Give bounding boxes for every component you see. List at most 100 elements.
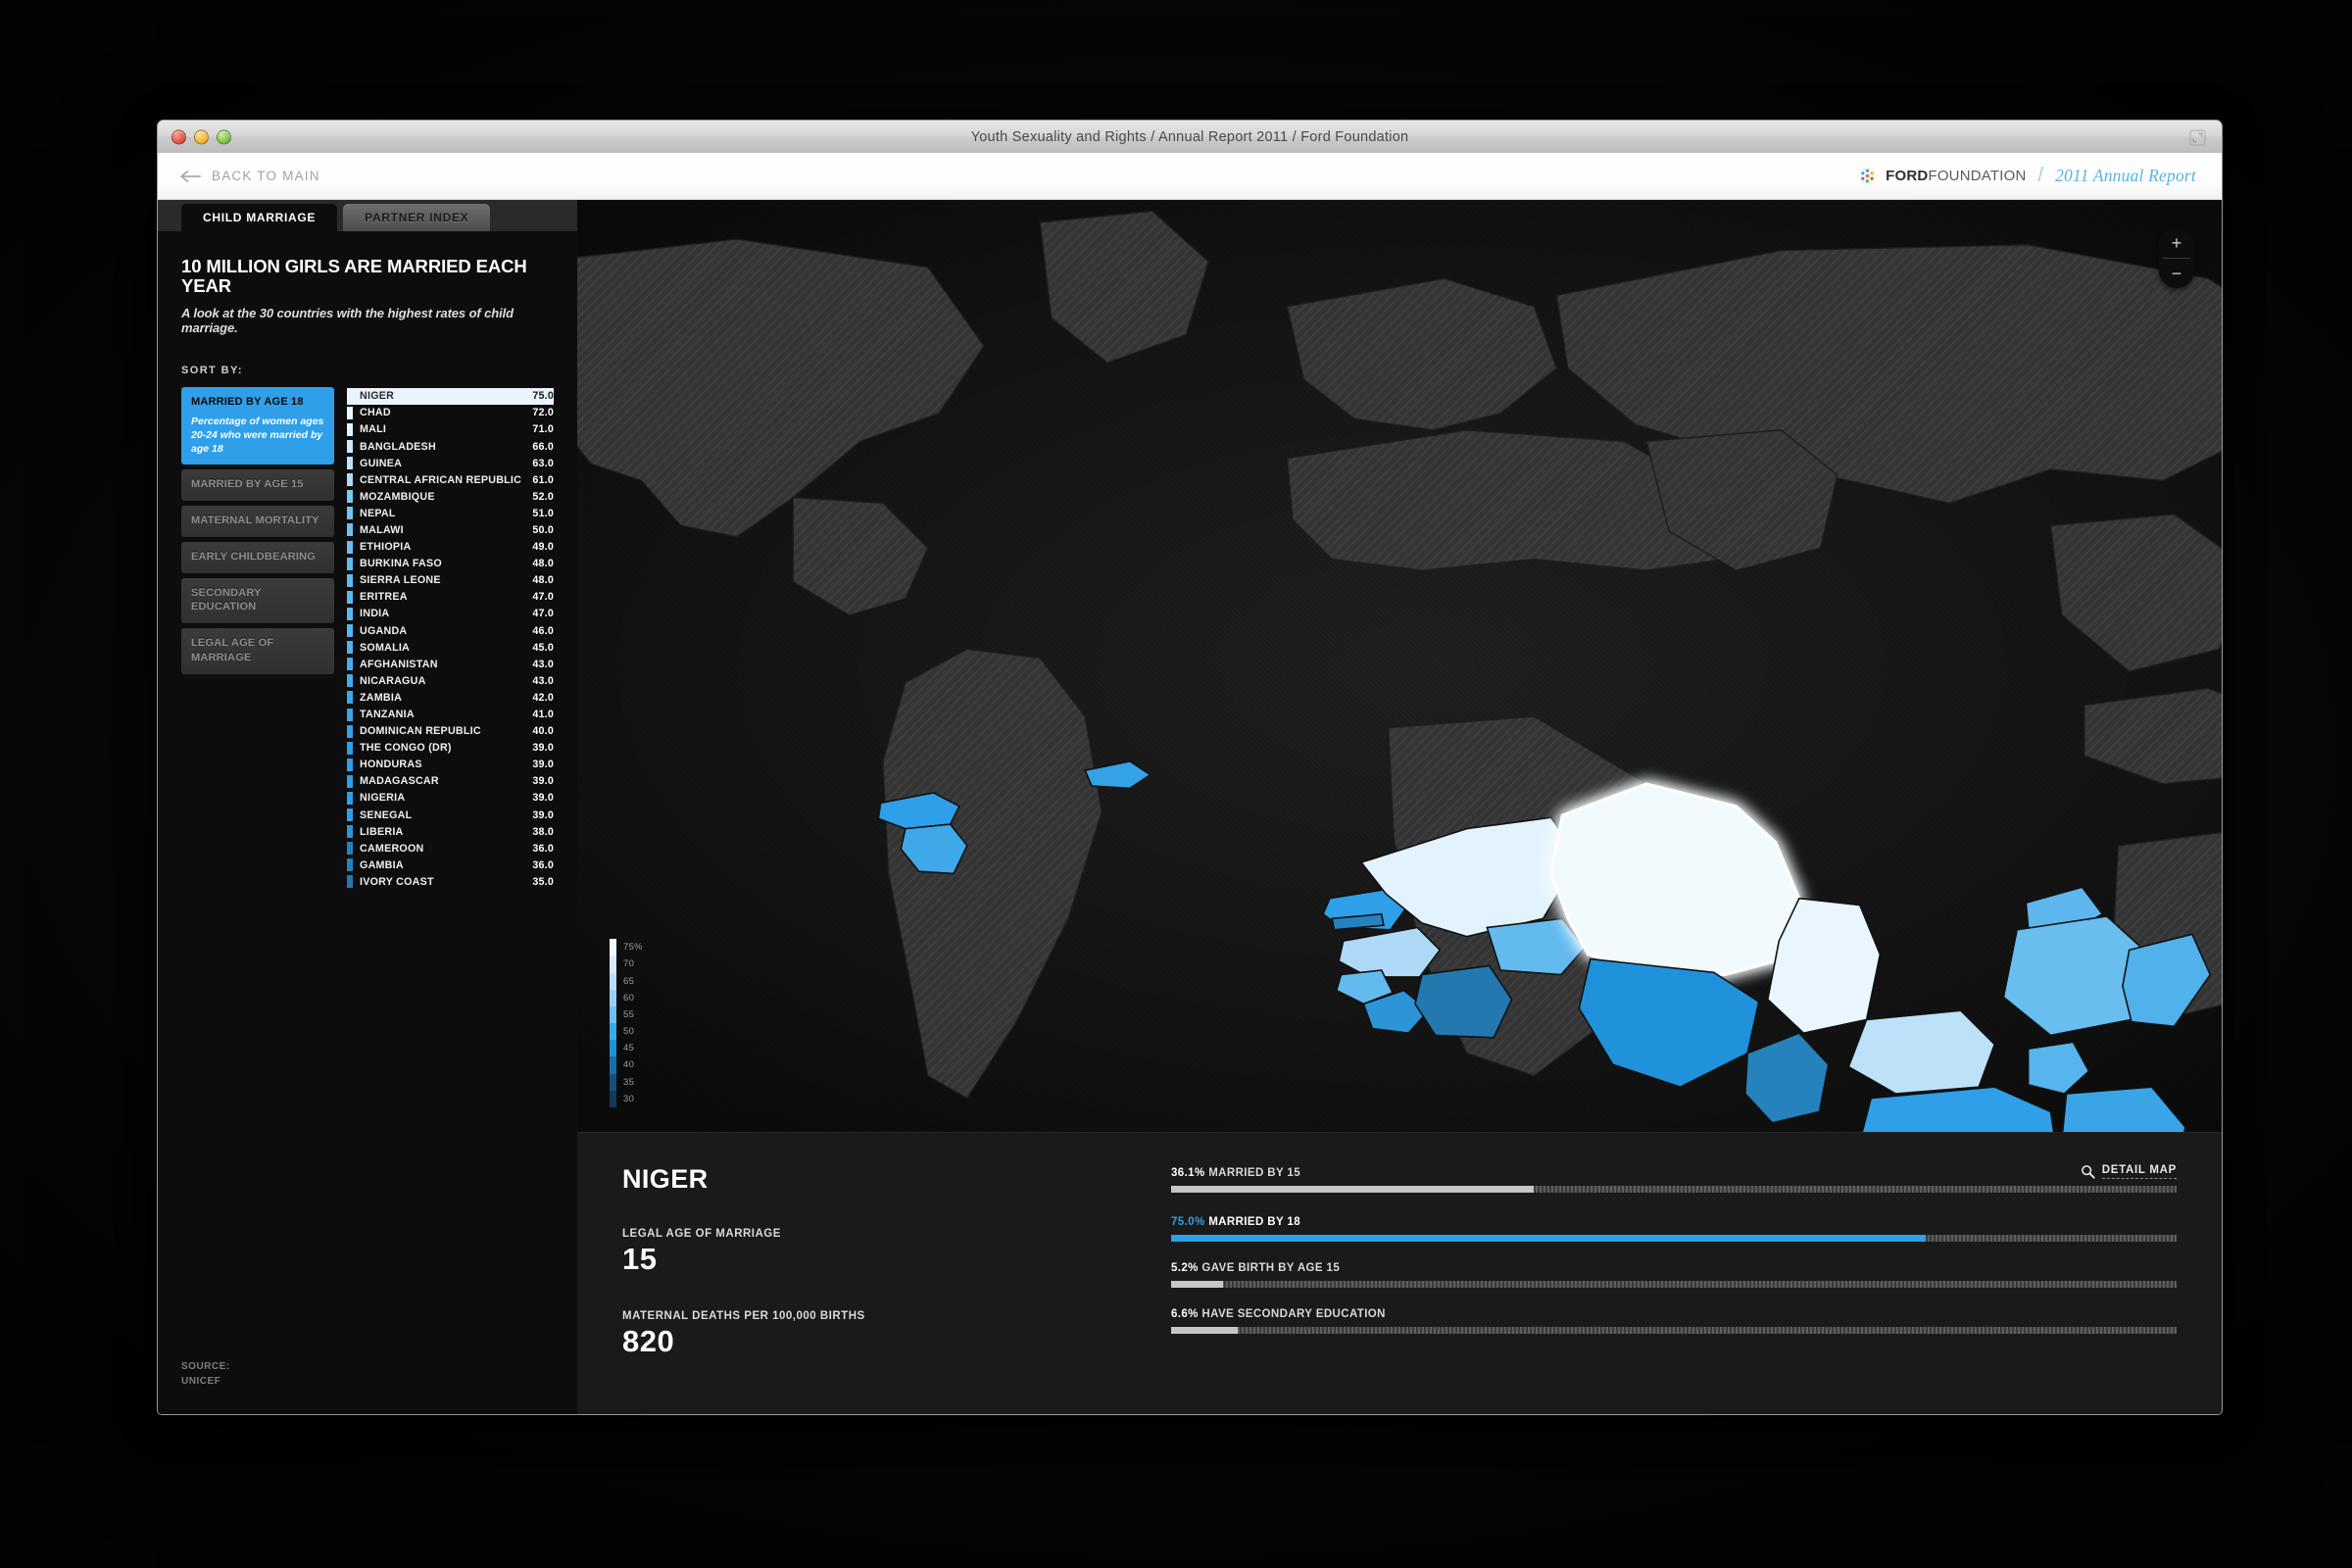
country-row[interactable]: CAMEROON36.0 bbox=[347, 840, 554, 857]
country-row[interactable]: INDIA47.0 bbox=[347, 606, 554, 622]
country-row[interactable]: IVORY COAST35.0 bbox=[347, 873, 554, 890]
country-row[interactable]: ETHIOPIA49.0 bbox=[347, 539, 554, 556]
country-value: 47.0 bbox=[532, 591, 554, 603]
right-panel: + − 75%706560555045403530 NIGER LEGAL bbox=[577, 200, 2222, 1414]
stat-bar-label: MARRIED BY 18 bbox=[1208, 1216, 1300, 1228]
country-row[interactable]: SIERRA LEONE48.0 bbox=[347, 572, 554, 589]
country-row[interactable]: NEPAL51.0 bbox=[347, 505, 554, 521]
country-row[interactable]: AFGHANISTAN43.0 bbox=[347, 656, 554, 672]
country-row[interactable]: GAMBIA36.0 bbox=[347, 857, 554, 873]
country-ranking-list[interactable]: NIGER75.0CHAD72.0MALI71.0BANGLADESH66.0G… bbox=[347, 387, 554, 891]
detail-map-button[interactable]: DETAIL MAP bbox=[2081, 1164, 2177, 1179]
window-controls[interactable] bbox=[172, 129, 231, 144]
country-row[interactable]: CENTRAL AFRICAN REPUBLIC61.0 bbox=[347, 471, 554, 488]
country-row[interactable]: ERITREA47.0 bbox=[347, 589, 554, 606]
country-name: SIERRA LEONE bbox=[360, 574, 441, 586]
sort-option-maternal-mortality[interactable]: MATERNAL MORTALITY bbox=[181, 506, 334, 537]
tab-partner-index[interactable]: PARTNER INDEX bbox=[343, 204, 490, 231]
brand-lockup[interactable]: FORDFOUNDATION / 2011 Annual Report bbox=[1858, 165, 2196, 187]
search-icon bbox=[2081, 1164, 2095, 1179]
tab-child-marriage[interactable]: CHILD MARRIAGE bbox=[181, 204, 337, 231]
sort-options-list: MARRIED BY AGE 18 Percentage of women ag… bbox=[181, 387, 334, 891]
annual-report-label[interactable]: 2011 Annual Report bbox=[2055, 166, 2196, 186]
country-value: 48.0 bbox=[532, 558, 554, 569]
sort-option-married-by-15[interactable]: MARRIED BY AGE 15 bbox=[181, 469, 334, 501]
country-cameroon bbox=[1745, 1033, 1829, 1123]
sort-option-married-by-18[interactable]: MARRIED BY AGE 18 Percentage of women ag… bbox=[181, 387, 334, 465]
close-button-icon[interactable] bbox=[172, 129, 186, 144]
country-row[interactable]: THE CONGO (DR)39.0 bbox=[347, 740, 554, 757]
country-color-swatch bbox=[347, 641, 353, 654]
country-row[interactable]: UGANDA46.0 bbox=[347, 622, 554, 639]
sort-option-early-childbearing[interactable]: EARLY CHILDBEARING bbox=[181, 542, 334, 573]
country-value: 39.0 bbox=[532, 759, 554, 770]
country-row[interactable]: NIGERIA39.0 bbox=[347, 790, 554, 807]
country-row[interactable]: SENEGAL39.0 bbox=[347, 807, 554, 823]
map-legend: 75%706560555045403530 bbox=[610, 939, 643, 1107]
country-row[interactable]: TANZANIA41.0 bbox=[347, 706, 554, 722]
country-color-swatch bbox=[347, 792, 353, 805]
country-row[interactable]: CHAD72.0 bbox=[347, 405, 554, 421]
country-name: ETHIOPIA bbox=[360, 541, 411, 553]
stat-bar-fill bbox=[1171, 1327, 1238, 1334]
country-guinea bbox=[1339, 927, 1440, 976]
country-row[interactable]: MALI71.0 bbox=[347, 421, 554, 438]
ford-foundation-logo-icon bbox=[1858, 167, 1877, 185]
country-value: 52.0 bbox=[532, 491, 554, 503]
country-row[interactable]: MOZAMBIQUE52.0 bbox=[347, 488, 554, 505]
country-row[interactable]: MADAGASCAR39.0 bbox=[347, 773, 554, 790]
country-row[interactable]: LIBERIA38.0 bbox=[347, 823, 554, 840]
country-value: 63.0 bbox=[532, 458, 554, 469]
country-name: GAMBIA bbox=[360, 859, 404, 871]
country-color-swatch bbox=[347, 709, 353, 721]
legend-label: 60 bbox=[623, 990, 643, 1006]
country-name: BANGLADESH bbox=[360, 441, 436, 453]
sort-option-secondary-education[interactable]: SECONDARY EDUCATION bbox=[181, 578, 334, 624]
country-row[interactable]: BURKINA FASO48.0 bbox=[347, 556, 554, 572]
country-name: THE CONGO (DR) bbox=[360, 742, 452, 754]
country-color-swatch bbox=[347, 759, 353, 771]
source-credit: SOURCE: UNICEF bbox=[181, 1360, 230, 1389]
legend-color-bar bbox=[610, 939, 616, 1107]
sort-option-title: MARRIED BY AGE 15 bbox=[191, 477, 324, 492]
country-tanzania bbox=[2060, 1087, 2185, 1132]
stat-bar-percent: 75.0% bbox=[1171, 1216, 1208, 1228]
country-color-swatch bbox=[347, 858, 353, 871]
map-countries-layer[interactable] bbox=[577, 200, 2222, 1132]
country-row[interactable]: HONDURAS39.0 bbox=[347, 757, 554, 773]
stat-bar-percent: 36.1% bbox=[1171, 1167, 1208, 1179]
back-to-main-button[interactable]: BACK TO MAIN bbox=[179, 169, 320, 183]
zoom-in-button[interactable]: + bbox=[2159, 227, 2194, 258]
country-row[interactable]: DOMINICAN REPUBLIC40.0 bbox=[347, 723, 554, 740]
country-row[interactable]: NICARAGUA43.0 bbox=[347, 672, 554, 689]
zoom-out-button[interactable]: − bbox=[2159, 258, 2194, 288]
country-name: LIBERIA bbox=[360, 826, 404, 838]
tab-strip: CHILD MARRIAGE PARTNER INDEX bbox=[158, 200, 577, 231]
country-row[interactable]: SOMALIA45.0 bbox=[347, 639, 554, 656]
sort-option-title: SECONDARY EDUCATION bbox=[191, 586, 324, 615]
zoom-button-icon[interactable] bbox=[217, 129, 231, 144]
detail-right-column: DETAIL MAP 36.1% MARRIED BY 1575.0% MARR… bbox=[1171, 1164, 2177, 1414]
country-name: CAMEROON bbox=[360, 843, 424, 855]
country-row[interactable]: ZAMBIA42.0 bbox=[347, 689, 554, 706]
country-name: DOMINICAN REPUBLIC bbox=[360, 725, 481, 737]
sort-option-legal-age-of-marriage[interactable]: LEGAL AGE OF MARRIAGE bbox=[181, 628, 334, 674]
world-map[interactable]: + − 75%706560555045403530 bbox=[577, 200, 2222, 1132]
sort-option-title: MARRIED BY AGE 18 bbox=[191, 395, 324, 410]
country-nigeria bbox=[1579, 959, 1758, 1088]
stat-maternal-deaths: MATERNAL DEATHS PER 100,000 BIRTHS 820 bbox=[622, 1310, 1171, 1359]
country-row[interactable]: NIGER75.0 bbox=[347, 388, 554, 405]
window-titlebar: Youth Sexuality and Rights / Annual Repo… bbox=[157, 120, 2223, 153]
country-row[interactable]: BANGLADESH66.0 bbox=[347, 438, 554, 455]
map-zoom-controls[interactable]: + − bbox=[2159, 227, 2194, 288]
country-row[interactable]: MALAWI50.0 bbox=[347, 521, 554, 538]
country-color-swatch bbox=[347, 875, 353, 888]
minimize-button-icon[interactable] bbox=[194, 129, 209, 144]
resize-icon[interactable] bbox=[2189, 129, 2206, 146]
country-value: 47.0 bbox=[532, 608, 554, 619]
legend-label: 45 bbox=[623, 1040, 643, 1056]
detail-left-column: NIGER LEGAL AGE OF MARRIAGE 15 MATERNAL … bbox=[622, 1164, 1171, 1414]
country-row[interactable]: GUINEA63.0 bbox=[347, 455, 554, 471]
country-color-swatch bbox=[347, 825, 353, 838]
country-value: 45.0 bbox=[532, 642, 554, 654]
